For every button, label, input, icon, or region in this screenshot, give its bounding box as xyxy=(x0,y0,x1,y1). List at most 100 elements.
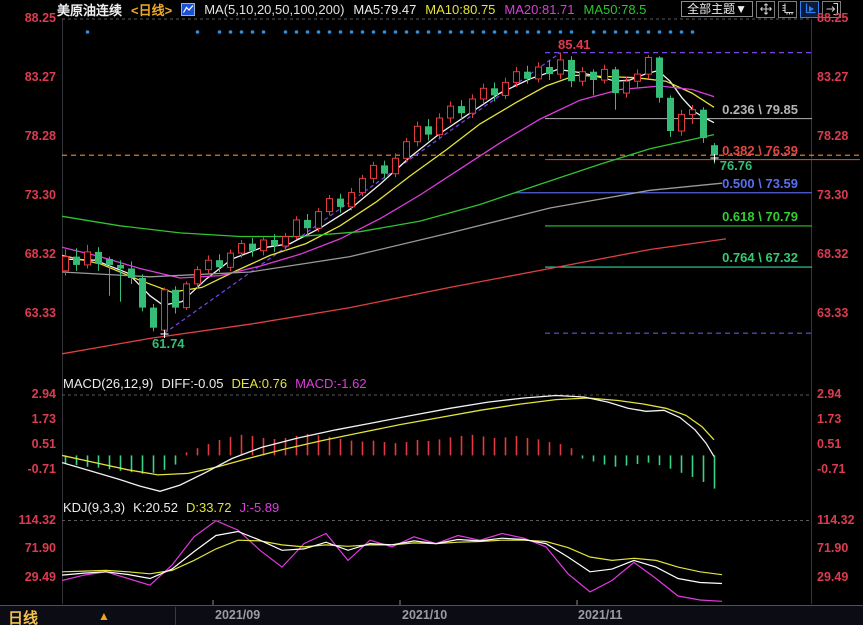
theme-dropdown-button[interactable]: 全部主题▼ xyxy=(681,1,753,17)
macd-dea-value: DEA:0.76 xyxy=(231,376,287,391)
signal-dot xyxy=(240,30,244,34)
signal-dot xyxy=(460,30,464,34)
candle-body-up xyxy=(514,72,520,83)
signal-dot xyxy=(548,30,552,34)
signal-dot xyxy=(691,30,695,34)
signal-dot xyxy=(471,30,475,34)
ma5-line xyxy=(62,69,714,305)
period-label[interactable]: 日线 xyxy=(8,607,38,625)
candle-body-down xyxy=(249,244,256,251)
trading-app-window: 美原油连续 <日线> MA(5,10,20,50,100,200) MA5:79… xyxy=(0,0,863,625)
period-tag[interactable]: <日线> xyxy=(131,0,172,19)
signal-dot xyxy=(86,30,90,34)
signal-dot xyxy=(361,30,365,34)
candle-body-up xyxy=(624,81,630,93)
chart-type-icon[interactable] xyxy=(181,3,195,16)
candle-body-down xyxy=(304,220,311,228)
signal-dot xyxy=(262,30,266,34)
candle-body-up xyxy=(679,114,685,131)
axes-play-icon xyxy=(804,3,816,15)
candle-body-up xyxy=(393,158,399,173)
signal-dot xyxy=(669,30,673,34)
candle-body-down xyxy=(425,126,432,134)
candle-body-up xyxy=(371,165,377,178)
candle-body-down xyxy=(381,165,388,173)
signal-dot xyxy=(196,30,200,34)
signal-dot xyxy=(680,30,684,34)
macd-diff-line xyxy=(62,396,714,492)
candle-body-down xyxy=(150,308,157,328)
signal-dot xyxy=(493,30,497,34)
candle-body-up xyxy=(635,74,641,81)
ma5-value: MA5:79.47 xyxy=(353,2,416,17)
auto-scale-button[interactable] xyxy=(800,1,819,18)
signal-dot xyxy=(625,30,629,34)
candle-body-down xyxy=(590,72,597,80)
candle-body-up xyxy=(206,260,212,270)
main-chart-group xyxy=(62,30,726,354)
signal-dot xyxy=(383,30,387,34)
signal-dot xyxy=(592,30,596,34)
candle-body-down xyxy=(612,69,619,93)
signal-dot xyxy=(416,30,420,34)
signal-dot xyxy=(350,30,354,34)
kdj-indicator-header[interactable]: KDJ(9,3,3) K:20.52 D:33.72 J:-5.89 xyxy=(63,500,279,515)
chart-canvas[interactable] xyxy=(0,0,863,625)
candle-body-up xyxy=(690,110,696,115)
move-icon xyxy=(760,3,772,15)
signal-dot xyxy=(372,30,376,34)
signal-dot xyxy=(295,30,299,34)
candle-body-up xyxy=(327,199,333,212)
signal-dot xyxy=(218,30,222,34)
candle-body-up xyxy=(503,82,509,95)
signal-dot xyxy=(317,30,321,34)
signal-dot xyxy=(229,30,233,34)
signal-dot xyxy=(405,30,409,34)
candle-body-down xyxy=(117,265,124,269)
kdj-title: KDJ(9,3,3) xyxy=(63,500,125,515)
signal-dot xyxy=(636,30,640,34)
candle-body-down xyxy=(216,260,223,267)
candle-body-down xyxy=(711,145,718,155)
signal-dot xyxy=(339,30,343,34)
candle-body-up xyxy=(404,142,410,159)
macd-indicator-header[interactable]: MACD(26,12,9) DIFF:-0.05 DEA:0.76 MACD:-… xyxy=(63,376,367,391)
candle-body-down xyxy=(128,269,135,279)
kdj-panel-group xyxy=(62,521,722,602)
candle-body-up xyxy=(195,270,201,284)
signal-dot xyxy=(306,30,310,34)
signal-dot xyxy=(427,30,431,34)
period-up-arrow-icon[interactable]: ▲ xyxy=(98,609,110,623)
candle-body-up xyxy=(646,58,652,75)
signal-dot xyxy=(449,30,453,34)
axis-settings-button[interactable] xyxy=(778,1,797,18)
ma-settings-label[interactable]: MA(5,10,20,50,100,200) xyxy=(204,2,344,17)
signal-dot xyxy=(284,30,288,34)
candle-body-up xyxy=(536,67,542,79)
candle-body-up xyxy=(415,126,421,141)
candle-body-up xyxy=(602,69,608,80)
candle-body-up xyxy=(228,253,234,267)
signal-dot xyxy=(394,30,398,34)
signal-dot xyxy=(482,30,486,34)
candle-body-up xyxy=(283,237,289,247)
candle-body-down xyxy=(73,257,80,265)
signal-dot xyxy=(614,30,618,34)
status-bar-divider xyxy=(175,607,176,625)
candle-body-down xyxy=(271,240,278,246)
signal-dot xyxy=(526,30,530,34)
kdj-j-line xyxy=(62,521,722,602)
signal-dot xyxy=(658,30,662,34)
ma50-value: MA50:78.5 xyxy=(584,2,647,17)
signal-dot xyxy=(438,30,442,34)
kdj-j-value: J:-5.89 xyxy=(240,500,280,515)
candle-body-down xyxy=(95,252,102,264)
collapse-panel-button[interactable] xyxy=(822,1,841,18)
kdj-k-value: K:20.52 xyxy=(133,500,178,515)
candle-body-up xyxy=(294,220,300,237)
signal-dot xyxy=(515,30,519,34)
candle-body-down xyxy=(656,58,663,98)
signal-dot xyxy=(251,30,255,34)
candle-body-up xyxy=(360,178,366,192)
pan-tool-button[interactable] xyxy=(756,1,775,18)
